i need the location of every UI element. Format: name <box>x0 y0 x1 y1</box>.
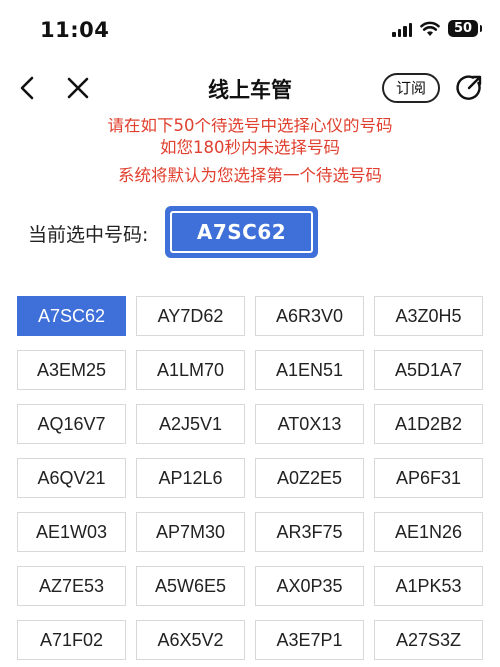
status-time: 11:04 <box>40 18 110 42</box>
plate-option[interactable]: AE1W03 <box>17 512 126 552</box>
plate-option[interactable]: AZ7E53 <box>17 566 126 606</box>
plate-option[interactable]: A2J5V1 <box>136 404 245 444</box>
plate-option[interactable]: A7SC62 <box>17 296 126 336</box>
plate-option[interactable]: A0Z2E5 <box>255 458 364 498</box>
plate-option[interactable]: AQ16V7 <box>17 404 126 444</box>
status-icons: 50 <box>392 20 482 37</box>
plate-number-grid: A7SC62 AY7D62 A6R3V0 A3Z0H5 A3EM25 A1LM70 A1EN… <box>17 296 483 660</box>
wifi-icon <box>420 21 440 37</box>
selection-notice: 请在如下50个待选号中选择心仪的号码 如您180秒内未选择号码 系统将默认为您选… <box>0 108 500 188</box>
plate-option[interactable]: AP6F31 <box>374 458 483 498</box>
plate-option[interactable]: AP7M30 <box>136 512 245 552</box>
battery-icon: 50 <box>448 20 482 37</box>
plate-option[interactable]: A5W6E5 <box>136 566 245 606</box>
plate-option[interactable]: A1PK53 <box>374 566 483 606</box>
plate-option[interactable]: A5D1A7 <box>374 350 483 390</box>
plate-option[interactable]: A3EM25 <box>17 350 126 390</box>
plate-option[interactable]: A6X5V2 <box>136 620 245 660</box>
plate-option[interactable]: A6R3V0 <box>255 296 364 336</box>
plate-option[interactable]: A3E7P1 <box>255 620 364 660</box>
current-selection-box: A7SC62 <box>165 206 318 258</box>
cellular-signal-icon <box>392 21 412 37</box>
current-selection-value: A7SC62 <box>170 211 313 253</box>
current-selection-label: 当前选中号码: <box>28 224 149 246</box>
plate-option[interactable]: A3Z0H5 <box>374 296 483 336</box>
plate-option[interactable]: A1LM70 <box>136 350 245 390</box>
plate-option[interactable]: AY7D62 <box>136 296 245 336</box>
plate-option[interactable]: A1D2B2 <box>374 404 483 444</box>
plate-option[interactable]: AP12L6 <box>136 458 245 498</box>
subscribe-button[interactable]: 订阅 <box>382 73 440 103</box>
plate-option[interactable]: AE1N26 <box>374 512 483 552</box>
share-icon[interactable] <box>454 73 484 103</box>
notice-line-3: 系统将默认为您选择第一个待选号码 <box>118 166 382 185</box>
scroll-cutoff <box>0 108 500 118</box>
plate-option[interactable]: A6QV21 <box>17 458 126 498</box>
status-bar: 11:04 50 <box>0 0 500 60</box>
plate-option[interactable]: A27S3Z <box>374 620 483 660</box>
plate-option[interactable]: AX0P35 <box>255 566 364 606</box>
plate-option[interactable]: A1EN51 <box>255 350 364 390</box>
plate-option[interactable]: AR3F75 <box>255 512 364 552</box>
plate-option[interactable]: A71F02 <box>17 620 126 660</box>
plate-option[interactable]: AT0X13 <box>255 404 364 444</box>
notice-line-2: 如您180秒内未选择号码 <box>160 138 340 157</box>
